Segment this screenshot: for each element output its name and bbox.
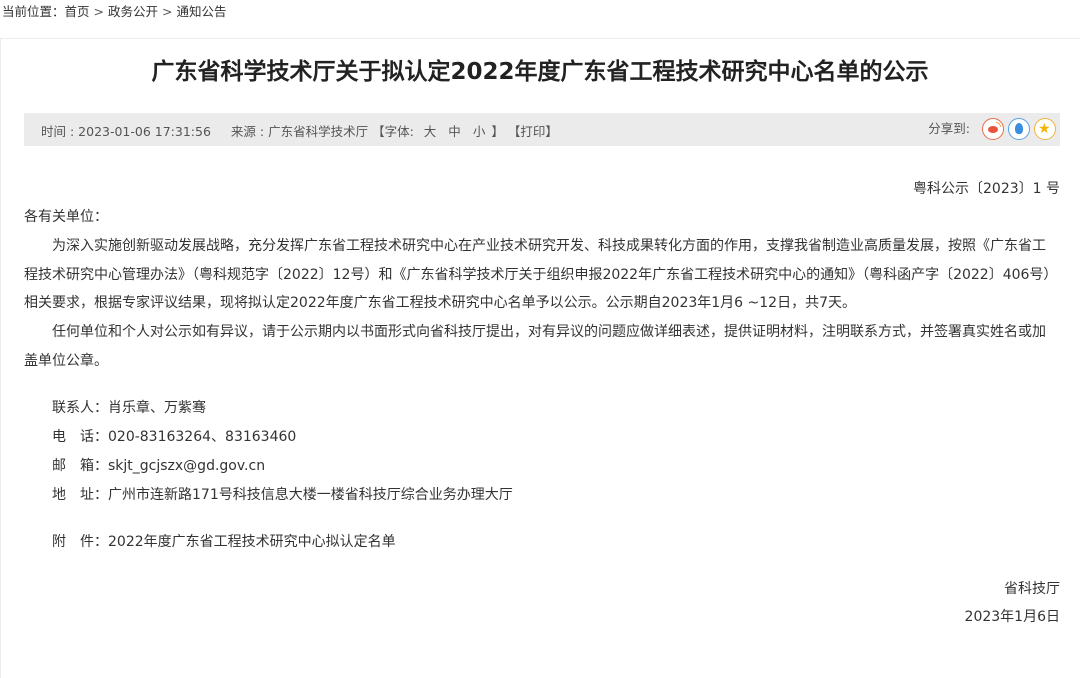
breadcrumb-prefix: 当前位置： (2, 4, 65, 19)
breadcrumb-home-link[interactable]: 首页 (65, 4, 90, 19)
font-large-button[interactable]: 大 (424, 121, 437, 140)
font-size-open: 【字体: (372, 124, 414, 139)
contact-address-label: 地 址： (52, 487, 108, 503)
contact-email-label: 邮 箱： (52, 458, 108, 474)
font-size-close: 】 (491, 124, 504, 139)
signature-date: 2023年1月6日 (964, 609, 1060, 625)
paragraph: 为深入实施创新驱动发展战略，充分发挥广东省工程技术研究中心在产业技术研究开发、科… (24, 237, 1058, 312)
attachment-link[interactable]: 2022年度广东省工程技术研究中心拟认定名单 (108, 534, 396, 550)
publish-time: 时间 : 2023-01-06 17:31:56 (41, 124, 211, 139)
font-medium-button[interactable]: 中 (448, 121, 461, 140)
contact-phone-label: 电 话： (52, 429, 108, 445)
breadcrumb-separator: > (162, 4, 173, 19)
weibo-icon[interactable] (982, 118, 1004, 140)
contact-person-label: 联系人： (52, 400, 108, 416)
qq-icon[interactable] (1008, 118, 1030, 140)
breadcrumb-gov-affairs-link[interactable]: 政务公开 (108, 4, 158, 19)
contact-email: 邮 箱：skjt_gcjszx@gd.gov.cn (52, 456, 265, 476)
share-bar: 分享到: (928, 118, 1056, 144)
contact-email-value: skjt_gcjszx@gd.gov.cn (108, 458, 266, 474)
contact-person-value: 肖乐章、万紫骞 (108, 400, 206, 416)
breadcrumb-separator: > (93, 4, 105, 19)
attachment: 附 件：2022年度广东省工程技术研究中心拟认定名单 (52, 532, 396, 552)
document-number: 粤科公示〔2023〕1 号 (913, 181, 1060, 197)
share-label: 分享到: (928, 121, 970, 136)
qzone-icon[interactable] (1034, 118, 1056, 140)
font-small-button[interactable]: 小 (473, 121, 486, 140)
paragraph: 任何单位和个人对公示如有异议，请于公示期内以书面形式向省科技厅提出，对有异议的问… (24, 324, 1046, 369)
article-body: 各有关单位： 为深入实施创新驱动发展战略，充分发挥广东省工程技术研究中心在产业技… (24, 203, 1058, 376)
contact-address: 地 址：广州市连新路171号科技信息大楼一楼省科技厅综合业务办理大厅 (52, 485, 513, 505)
print-button[interactable]: 【打印】 (508, 121, 558, 140)
attachment-label: 附 件： (52, 534, 108, 550)
breadcrumb: 当前位置：首页 > 政务公开 > 通知公告 (2, 3, 227, 21)
article-source: 来源 : 广东省科学技术厅 (230, 124, 369, 139)
contact-person: 联系人：肖乐章、万紫骞 (52, 398, 206, 418)
article-meta-bar: 时间 : 2023-01-06 17:31:56 来源 : 广东省科学技术厅 【字… (24, 113, 1060, 146)
contact-address-value: 广州市连新路171号科技信息大楼一楼省科技厅综合业务办理大厅 (108, 487, 513, 503)
signature: 省科技厅 (1004, 581, 1060, 597)
contact-phone-value: 020-83163264、83163460 (108, 429, 297, 445)
breadcrumb-notices-link[interactable]: 通知公告 (177, 4, 227, 19)
contact-phone: 电 话：020-83163264、83163460 (52, 427, 296, 447)
article-title: 广东省科学技术厅关于拟认定2022年度广东省工程技术研究中心名单的公示 (151, 59, 929, 85)
salutation: 各有关单位： (24, 209, 108, 225)
